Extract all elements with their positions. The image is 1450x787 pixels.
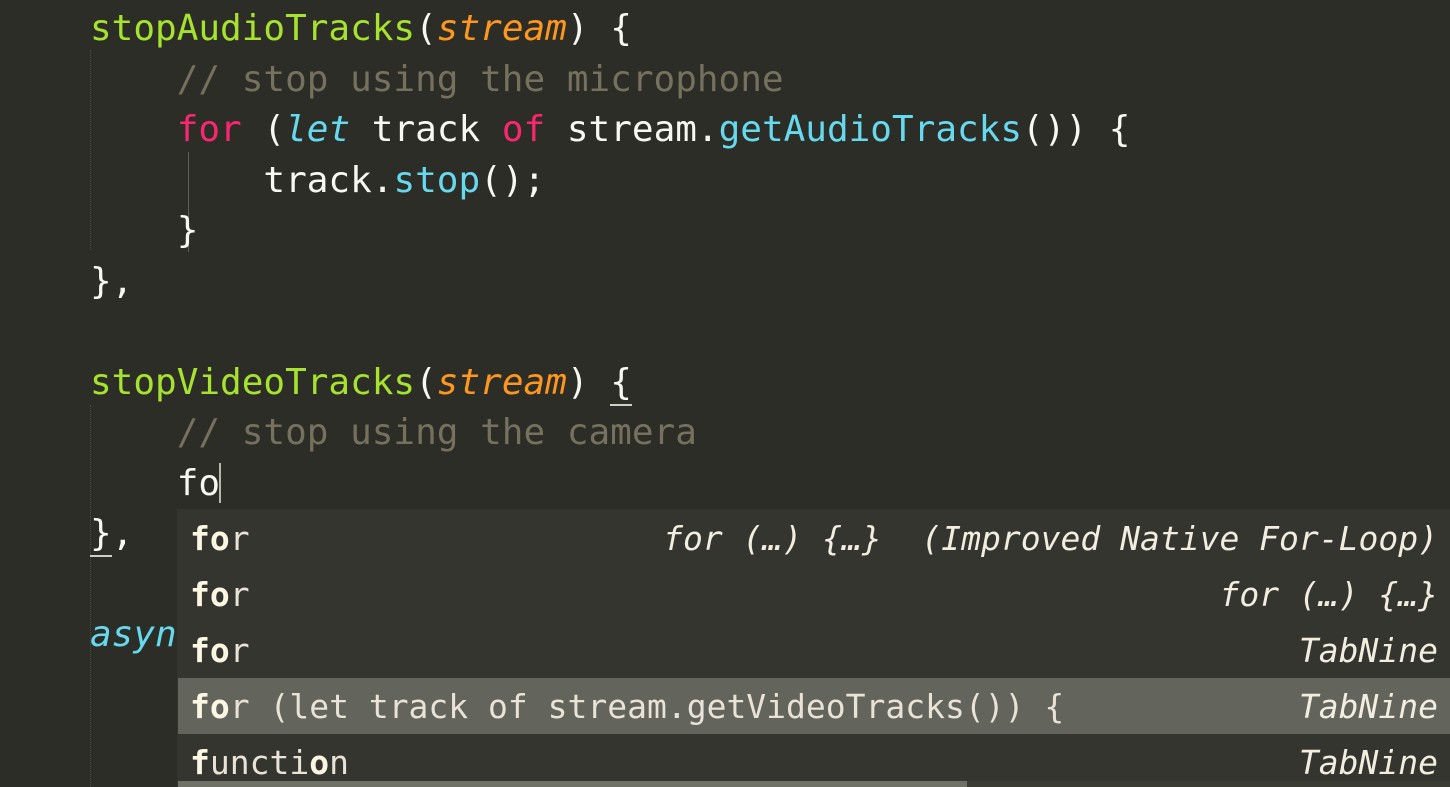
autocomplete-item[interactable]: for for (…) {…} (178, 566, 1450, 622)
code-token: , (111, 513, 134, 554)
code-line: track.stop(); (0, 156, 1450, 207)
code-line: // stop using the camera (0, 408, 1450, 459)
autocomplete-item[interactable]: for for (…) {…} (Improved Native For-Loop… (178, 510, 1450, 566)
autocomplete-item[interactable]: for (let track of stream.getVideoTracks(… (178, 678, 1450, 734)
code-line: }, (0, 257, 1450, 308)
code-token: stopVideoTracks (90, 361, 416, 403)
code-line: } (0, 206, 1450, 257)
autocomplete-item-label: for (let track of stream.getVideoTracks(… (190, 686, 1065, 726)
code-token: ) (566, 361, 611, 403)
code-token: ()) { (1022, 109, 1131, 150)
code-line: stopVideoTracks(stream) { (0, 358, 1450, 409)
code-token: track. (90, 159, 394, 201)
code-token: track (350, 109, 502, 150)
autocomplete-scrollbar[interactable] (178, 781, 1450, 787)
autocomplete-item-label: for (190, 630, 250, 670)
autocomplete-item-label: function (190, 742, 349, 782)
autocomplete-item-detail: for (…) {…} (1219, 574, 1438, 614)
code-token: ) { (566, 8, 632, 49)
code-line: // stop using the microphone (0, 55, 1450, 106)
autocomplete-item-source: TabNine (1298, 630, 1438, 670)
autocomplete-item[interactable]: for TabNine (178, 622, 1450, 678)
autocomplete-item[interactable]: function TabNine (178, 734, 1450, 787)
code-token: } (90, 513, 112, 557)
code-token: for (176, 109, 242, 150)
code-token: stopAudioTracks (90, 8, 416, 49)
code-token: stream. (545, 109, 719, 150)
code-line: fo (0, 459, 1450, 510)
code-token: // stop using the microphone (90, 58, 784, 100)
code-token: ( (241, 109, 286, 150)
code-token: stream (436, 361, 567, 403)
text-caret (219, 462, 222, 503)
code-token: ( (415, 361, 437, 403)
autocomplete-item-source: TabNine (1298, 686, 1438, 726)
code-token: ( (415, 8, 437, 49)
code-token: fo (90, 462, 221, 504)
code-token: { (610, 361, 632, 406)
code-line: for (let track of stream.getAudioTracks(… (0, 105, 1450, 156)
code-token: } (90, 210, 199, 251)
autocomplete-popup[interactable]: for for (…) {…} (Improved Native For-Loop… (178, 510, 1450, 787)
code-token: of (501, 109, 546, 150)
autocomplete-item-label: for (190, 574, 250, 614)
code-line: stopAudioTracks(stream) { (0, 4, 1450, 55)
code-token: (); (480, 159, 546, 201)
autocomplete-item-label: for (190, 518, 250, 558)
autocomplete-item-detail: for (…) {…} (Improved Native For-Loop) (663, 518, 1438, 558)
autocomplete-item-source: TabNine (1298, 742, 1438, 782)
code-token: stop (393, 159, 481, 201)
code-token: }, (90, 260, 134, 302)
code-token: // stop using the camera (90, 412, 697, 453)
autocomplete-scrollbar-thumb[interactable] (178, 781, 967, 787)
code-token: getAudioTracks (718, 109, 1023, 150)
code-editor[interactable]: stopAudioTracks(stream) { // stop using … (0, 0, 1450, 787)
code-token: stream (436, 8, 567, 49)
code-token: let (285, 109, 351, 150)
